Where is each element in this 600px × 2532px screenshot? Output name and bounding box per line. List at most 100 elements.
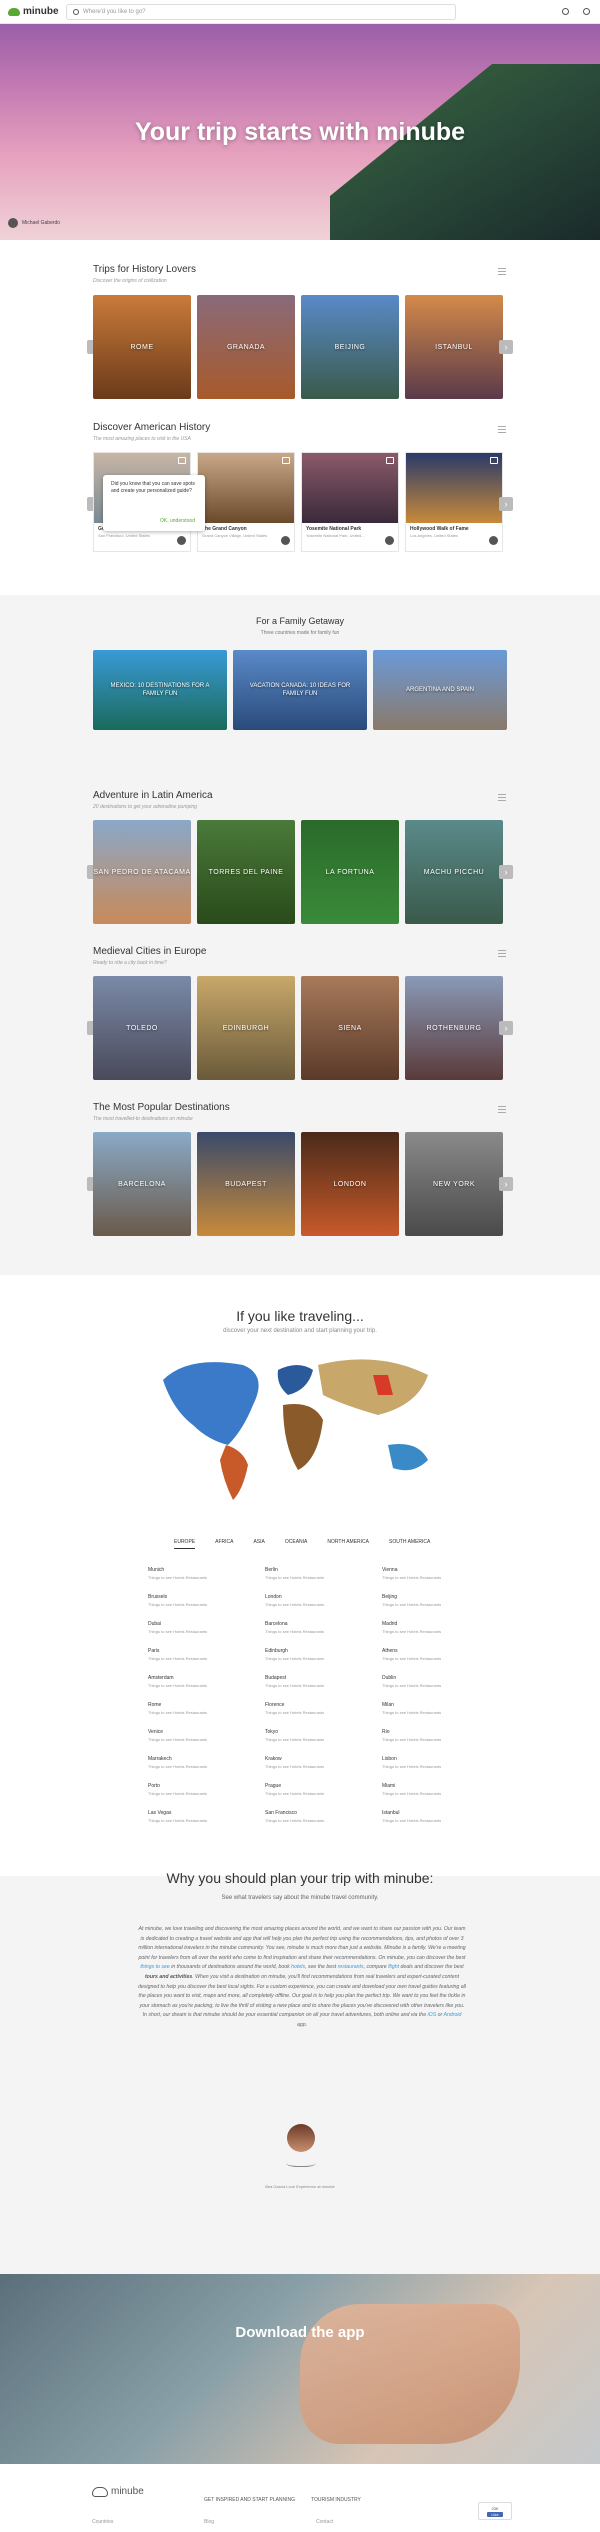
search-placeholder: Where'd you like to go?: [83, 8, 146, 15]
list-item: Dublin Things to see Hotels Restaurants: [382, 1675, 442, 1688]
destination-card[interactable]: NEW YORK: [405, 1132, 503, 1236]
section-title-medieval: Medieval Cities in Europe: [93, 946, 207, 957]
footer-logo[interactable]: minube: [92, 2486, 144, 2497]
footer-col-blog[interactable]: Blog: [204, 2519, 316, 2525]
destination-card[interactable]: ROME: [93, 295, 191, 399]
destination-card[interactable]: TORRES DEL PAINE: [197, 820, 295, 924]
spot-card[interactable]: The Grand Canyon Grand Canyon Village, U…: [197, 452, 295, 552]
list-item: Brussels Things to see Hotels Restaurants: [148, 1594, 208, 1607]
search-icon: [73, 8, 79, 15]
destination-card[interactable]: MACHU PICCHU: [405, 820, 503, 924]
footer-link-inspired[interactable]: GET INSPIRED AND START PLANNING: [204, 2497, 295, 2503]
destination-card[interactable]: SIENA: [301, 976, 399, 1080]
why-description: At minube, we love traveling and discove…: [138, 1926, 466, 2028]
list-item: Rome Things to see Hotels Restaurants: [148, 1702, 208, 1715]
hero-author[interactable]: Michael Gaberdo: [8, 218, 60, 228]
save-spots-tooltip: Did you know that you can save spots and…: [103, 475, 205, 531]
section-subtitle-american: The most amazing places to visit in the …: [93, 436, 191, 442]
list-item: Istanbul Things to see Hotels Restaurants: [382, 1810, 442, 1823]
avatar: [385, 536, 394, 545]
list-item: Venice Things to see Hotels Restaurants: [148, 1729, 208, 1742]
footer-link-tourism[interactable]: TOURISM INDUSTRY: [311, 2497, 361, 2503]
destination-card[interactable]: GRANADA: [197, 295, 295, 399]
list-item: Munich Things to see Hotels Restaurants: [148, 1567, 208, 1580]
camera-icon: [282, 457, 290, 464]
download-app-title: Download the app: [235, 2324, 365, 2341]
footer: minube GET INSPIRED AND START PLANNING T…: [0, 2464, 600, 2532]
cloud-icon: [8, 7, 20, 16]
hero-title: Your trip starts with minube: [134, 118, 466, 146]
list-item: Porto Things to see Hotels Restaurants: [148, 1783, 208, 1796]
search-input[interactable]: Where'd you like to go?: [66, 3, 456, 20]
destination-card[interactable]: BUDAPEST: [197, 1132, 295, 1236]
destination-card[interactable]: BEIJING: [301, 295, 399, 399]
destination-card[interactable]: LA FORTUNA: [301, 820, 399, 924]
arrow-right-icon[interactable]: ›: [499, 1177, 513, 1191]
arrow-right-icon[interactable]: ›: [499, 340, 513, 354]
hero-boat-image: [330, 64, 600, 240]
list-item: Las Vegas Things to see Hotels Restaurant…: [148, 1810, 208, 1823]
arrow-right-icon[interactable]: ›: [499, 1021, 513, 1035]
destination-card[interactable]: TOLEDO: [93, 976, 191, 1080]
list-item: Lisbon Things to see Hotels Restaurants: [382, 1756, 442, 1769]
facebook-like-widget[interactable]: 23K Like: [478, 2502, 512, 2520]
destination-card[interactable]: LONDON: [301, 1132, 399, 1236]
list-item: Dubai Things to see Hotels Restaurants: [148, 1621, 208, 1634]
menu-icon[interactable]: [498, 950, 506, 957]
signature-name: Bea Garcia Love Experience at minube: [265, 2184, 335, 2189]
spot-card[interactable]: Yosemite National Park Yosemite National…: [301, 452, 399, 552]
list-item: Vienna Things to see Hotels Restaurants: [382, 1567, 442, 1580]
tab-africa[interactable]: AFRICA: [215, 1539, 233, 1549]
arrow-right-icon[interactable]: ›: [499, 865, 513, 879]
tab-south-america[interactable]: SOUTH AMERICA: [389, 1539, 430, 1549]
tab-asia[interactable]: ASIA: [253, 1539, 264, 1549]
section-title-popular: The Most Popular Destinations: [93, 1102, 230, 1113]
footer-col-countries[interactable]: Countries: [92, 2519, 204, 2525]
avatar: [281, 536, 290, 545]
list-item: Barcelona Things to see Hotels Restaurant…: [265, 1621, 325, 1634]
list-item: Florence Things to see Hotels Restaurants: [265, 1702, 325, 1715]
user-icon[interactable]: [583, 8, 590, 15]
family-card[interactable]: VACATION CANADA: 10 IDEAS FOR FAMILY FUN: [233, 650, 367, 730]
tab-north-america[interactable]: NORTH AMERICA: [327, 1539, 369, 1549]
arrow-right-icon[interactable]: ›: [499, 497, 513, 511]
world-map-image[interactable]: [148, 1350, 448, 1510]
destination-card[interactable]: SAN PEDRO DE ATACAMA: [93, 820, 191, 924]
list-item: Paris Things to see Hotels Restaurants: [148, 1648, 208, 1661]
minube-logo[interactable]: minube: [8, 6, 60, 17]
menu-icon[interactable]: [498, 1106, 506, 1113]
download-app-banner[interactable]: Download the app: [0, 2274, 600, 2464]
tooltip-ok-button[interactable]: OK, understood: [160, 518, 195, 525]
menu-icon[interactable]: [498, 794, 506, 801]
section-title-why: Why you should plan your trip with minub…: [166, 1870, 434, 1886]
section-subtitle-why: See what travelers say about the minube …: [221, 1895, 379, 1901]
destination-card[interactable]: ISTANBUL: [405, 295, 503, 399]
list-item: Marrakech Things to see Hotels Restaurant…: [148, 1756, 208, 1769]
menu-icon[interactable]: [498, 268, 506, 275]
menu-icon[interactable]: [498, 426, 506, 433]
list-item: Tokyo Things to see Hotels Restaurants: [265, 1729, 325, 1742]
family-card[interactable]: MEXICO: 10 DESTINATIONS FOR A FAMILY FUN: [93, 650, 227, 730]
list-item: Amsterdam Things to see Hotels Restaurant…: [148, 1675, 208, 1688]
tab-europe[interactable]: EUROPE: [174, 1539, 196, 1549]
share-icon[interactable]: [562, 8, 569, 15]
camera-icon: [386, 457, 394, 464]
list-item: Beijing Things to see Hotels Restaurants: [382, 1594, 442, 1607]
destination-card[interactable]: BARCELONA: [93, 1132, 191, 1236]
spot-card[interactable]: Hollywood Walk of Fame Los Angeles, Unit…: [405, 452, 503, 552]
camera-icon: [178, 457, 186, 464]
camera-icon: [490, 457, 498, 464]
destination-card[interactable]: EDINBURGH: [197, 976, 295, 1080]
list-item: London Things to see Hotels Restaurants: [265, 1594, 325, 1607]
list-item: Edinburgh Things to see Hotels Restaurant…: [265, 1648, 325, 1661]
tab-oceania[interactable]: OCEANIA: [285, 1539, 308, 1549]
section-subtitle-latin: 20 destinations to get your adrenaline p…: [93, 804, 197, 810]
avatar: [489, 536, 498, 545]
footer-col-contact[interactable]: Contact: [316, 2519, 428, 2525]
avatar: [8, 218, 18, 228]
destination-card[interactable]: ROTHENBURG: [405, 976, 503, 1080]
list-item: Krakow Things to see Hotels Restaurants: [265, 1756, 325, 1769]
family-card[interactable]: ARGENTINA AND SPAIN: [373, 650, 507, 730]
like-count: 23K: [491, 2505, 499, 2511]
like-button[interactable]: Like: [487, 2511, 503, 2517]
